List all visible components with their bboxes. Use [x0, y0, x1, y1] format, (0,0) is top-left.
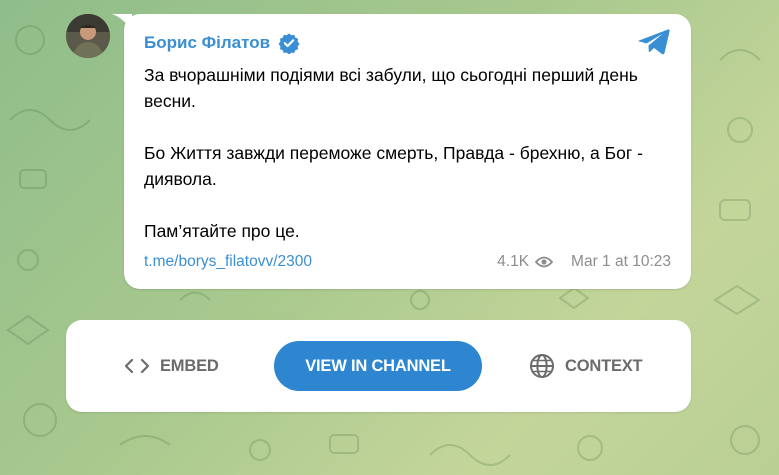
channel-avatar[interactable]	[66, 14, 110, 58]
globe-icon	[530, 354, 554, 378]
view-count: 4.1K	[497, 253, 530, 270]
embed-button[interactable]: EMBED	[124, 341, 219, 391]
view-in-channel-label: VIEW IN CHANNEL	[305, 356, 451, 375]
post-date: Mar 1 at 10:23	[571, 253, 671, 270]
eye-icon	[535, 256, 554, 268]
context-label: CONTEXT	[565, 356, 643, 375]
message-text: За вчорашніми подіями всі забули, що сьо…	[144, 62, 674, 244]
verified-badge-icon	[278, 33, 300, 54]
avatar-image	[66, 14, 110, 58]
embed-label: EMBED	[160, 356, 219, 375]
action-bar: EMBED VIEW IN CHANNEL CONTEXT	[66, 320, 691, 412]
telegram-logo-icon[interactable]	[637, 28, 671, 56]
author-name[interactable]: Борис Філатов	[144, 33, 270, 53]
code-brackets-icon	[124, 358, 150, 374]
message-paragraph-1: За вчорашніми подіями всі забули, що сьо…	[144, 65, 638, 111]
post-author: Борис Філатов	[144, 32, 300, 54]
context-button[interactable]: CONTEXT	[529, 341, 643, 391]
message-bubble: Борис Філатов За вчорашніми подіями всі …	[124, 14, 691, 289]
message-paragraph-3: Пам’ятайте про це.	[144, 221, 300, 241]
message-footer: t.me/borys_filatovv/2300 4.1K Mar 1 at 1…	[144, 253, 671, 271]
post-link[interactable]: t.me/borys_filatovv/2300	[144, 253, 312, 271]
view-in-channel-button[interactable]: VIEW IN CHANNEL	[274, 341, 482, 391]
message-paragraph-2: Бо Життя завжди переможе смерть, Правда …	[144, 143, 643, 189]
message-meta: 4.1K Mar 1 at 10:23	[497, 253, 671, 271]
